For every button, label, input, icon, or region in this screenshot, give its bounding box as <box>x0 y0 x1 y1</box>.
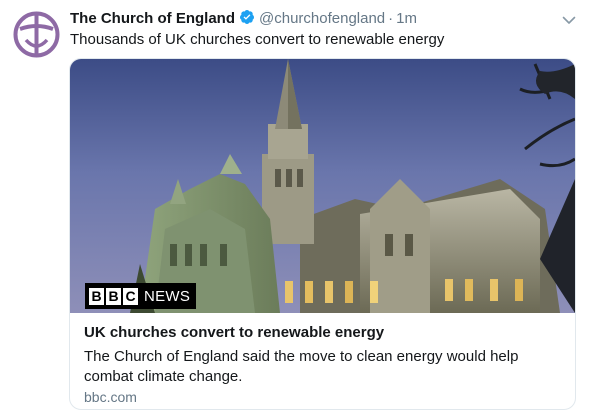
card-domain[interactable]: bbc.com <box>84 388 137 406</box>
bbc-news-label: NEWS <box>144 287 191 305</box>
bbc-letter-b2: B <box>106 287 121 305</box>
bbc-news-logo: B B C NEWS <box>85 283 197 309</box>
card-title[interactable]: UK churches convert to renewable energy <box>84 323 384 343</box>
card-description: The Church of England said the move to c… <box>84 348 519 385</box>
display-name[interactable]: The Church of England <box>70 10 235 27</box>
timestamp[interactable]: 1m <box>396 10 417 27</box>
bbc-letter-b1: B <box>89 287 104 305</box>
cathedral-photo <box>70 59 575 313</box>
tweet-text: Thousands of UK churches convert to rene… <box>70 31 445 48</box>
tweet-header: The Church of England @churchofengland · 1… <box>70 9 585 29</box>
card-image[interactable]: B B C NEWS <box>70 59 575 313</box>
verified-badge-icon <box>239 10 254 24</box>
avatar[interactable] <box>12 10 61 59</box>
church-cross-logo-icon <box>13 11 60 58</box>
handle[interactable]: @churchofengland <box>259 10 385 27</box>
chevron-down-icon[interactable] <box>561 12 577 28</box>
separator-dot: · <box>388 10 394 27</box>
bbc-letter-c: C <box>123 287 138 305</box>
link-card[interactable]: B B C NEWS UK churches convert to renewa… <box>69 58 576 410</box>
